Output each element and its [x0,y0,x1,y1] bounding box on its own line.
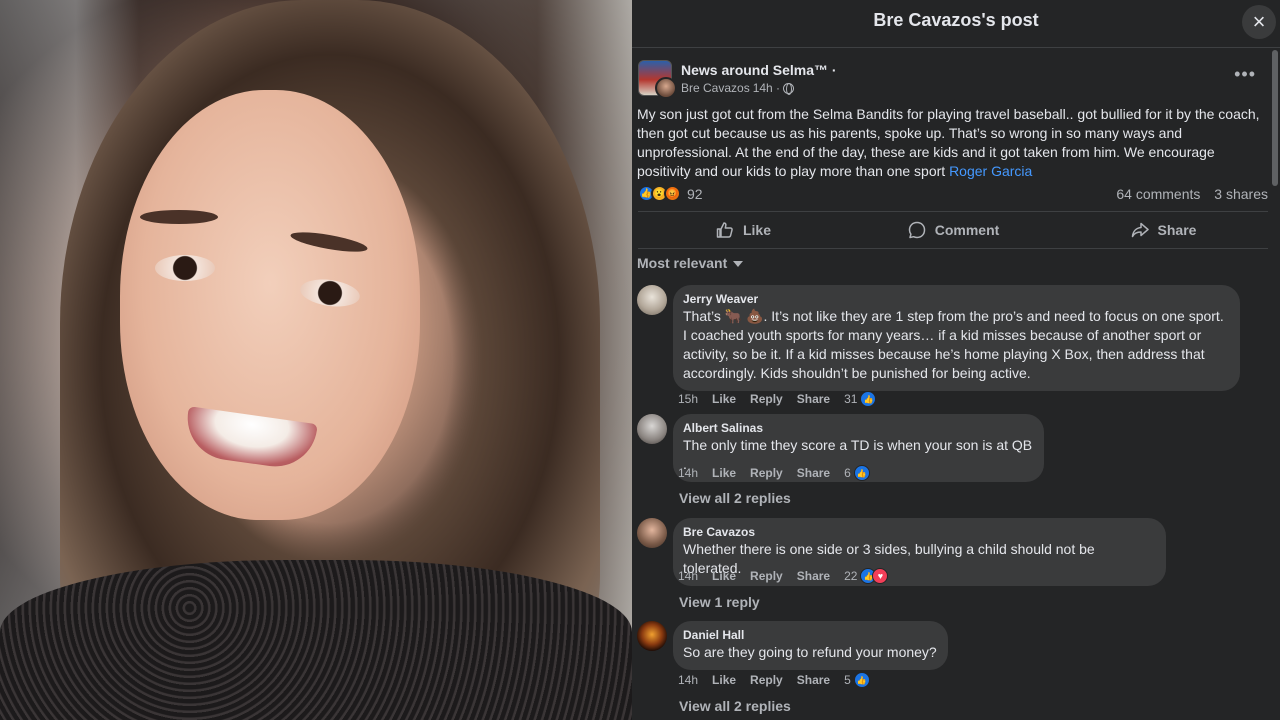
globe-icon [783,82,795,95]
like-label: Like [742,222,771,238]
comment-share-button[interactable]: Share [797,673,830,687]
comment-icon [908,221,925,239]
share-button[interactable]: Share [1058,212,1268,248]
post-photo[interactable] [0,0,632,720]
caret-down-icon [733,261,744,267]
view-replies-link[interactable]: View 1 reply [679,594,760,610]
comment-meta: 14h Like Reply Share 5 👍 [678,672,870,688]
scrollbar-thumb[interactable] [1272,50,1278,186]
commenter-name[interactable]: Jerry Weaver [683,292,1229,306]
dialog-header: Bre Cavazos's post × [632,0,1280,48]
post-stats: 👍 😮 😡 92 64 comments 3 shares [638,185,1268,205]
like-reaction-icon: 👍 [853,465,870,481]
comment-text: So are they going to refund your money? [683,644,937,660]
post-author[interactable]: Bre Cavazos [681,81,750,95]
photo-lace-top [0,560,632,720]
post-header: News around Selma™ · Bre Cavazos 14h · •… [638,60,1258,100]
love-reaction-icon: ♥ [872,568,889,584]
photo-left-brow [140,210,218,224]
like-reaction-icon: 👍 [860,391,877,407]
post-actions: Like Comment Share [638,211,1268,249]
angry-reaction-icon: 😡 [664,185,681,202]
comment-bubble: Jerry Weaver That’s 🐂 💩. It’s not like t… [673,285,1240,391]
reactions-summary[interactable]: 👍 😮 😡 92 [638,185,703,202]
page-name[interactable]: News around Selma™ · [681,62,837,78]
commenter-avatar[interactable] [637,414,667,444]
like-button[interactable]: Like [638,212,848,248]
comment-reply-button[interactable]: Reply [750,392,783,406]
engagement-counts: 64 comments 3 shares [1106,186,1268,202]
comment-reaction-count[interactable]: 6 [844,466,851,480]
comment-reaction-count[interactable]: 5 [844,673,851,687]
comment-meta: 15h Like Reply Share 31 👍 [678,391,877,407]
comment-bubble: Daniel Hall So are they going to refund … [673,621,948,670]
comment-label: Comment [934,222,1000,238]
comments-count[interactable]: 64 comments [1116,186,1200,202]
photo-left-eye [155,255,215,281]
comment-meta: 14h Like Reply Share 22 👍 ♥ [678,568,889,584]
dialog-title: Bre Cavazos's post [873,10,1039,30]
sort-label: Most relevant [637,255,728,271]
comment-like-button[interactable]: Like [712,392,736,406]
comment-meta: 14h Like Reply Share 6 👍 [678,465,870,481]
commenter-name[interactable]: Daniel Hall [683,628,937,642]
reaction-count[interactable]: 92 [687,186,703,202]
commenter-avatar[interactable] [637,518,667,548]
close-icon: × [1252,9,1266,34]
comment-time[interactable]: 14h [678,673,698,687]
thumbs-up-icon [716,222,733,238]
comment-time[interactable]: 15h [678,392,698,406]
author-avatar[interactable] [655,77,677,99]
comment-time[interactable]: 14h [678,466,698,480]
comment-time[interactable]: 14h [678,569,698,583]
commenter-avatar[interactable] [637,621,667,651]
comment-share-button[interactable]: Share [797,392,830,406]
mention-link[interactable]: Roger Garcia [949,163,1032,179]
comment-reply-button[interactable]: Reply [750,673,783,687]
shares-count[interactable]: 3 shares [1214,186,1268,202]
commenter-avatar[interactable] [637,285,667,315]
view-replies-link[interactable]: View all 2 replies [679,490,791,506]
commenter-name[interactable]: Albert Salinas [683,421,1033,435]
post-panel: Bre Cavazos's post × News around Selma™ … [632,0,1280,720]
close-button[interactable]: × [1242,5,1276,39]
post-meta: Bre Cavazos 14h · [681,81,795,95]
comment-like-button[interactable]: Like [712,673,736,687]
share-label: Share [1157,222,1197,238]
view-replies-link[interactable]: View all 2 replies [679,698,791,714]
comment-sort-dropdown[interactable]: Most relevant [637,255,744,271]
share-icon [1131,222,1149,238]
comment-like-button[interactable]: Like [712,569,736,583]
comment-reaction-count[interactable]: 31 [844,392,857,406]
more-options-button[interactable]: ••• [1234,65,1256,83]
comment-text: That’s 🐂 💩. It’s not like they are 1 ste… [683,308,1224,381]
comment-share-button[interactable]: Share [797,466,830,480]
page-avatar[interactable] [638,60,677,99]
comment-reply-button[interactable]: Reply [750,569,783,583]
comment-share-button[interactable]: Share [797,569,830,583]
comment-button[interactable]: Comment [848,212,1058,248]
comment-reaction-count[interactable]: 22 [844,569,857,583]
post-body: My son just got cut from the Selma Bandi… [637,105,1267,181]
comment-reply-button[interactable]: Reply [750,466,783,480]
comment-like-button[interactable]: Like [712,466,736,480]
post-time[interactable]: 14h · [753,81,780,95]
commenter-name[interactable]: Bre Cavazos [683,525,1155,539]
like-reaction-icon: 👍 [853,672,870,688]
